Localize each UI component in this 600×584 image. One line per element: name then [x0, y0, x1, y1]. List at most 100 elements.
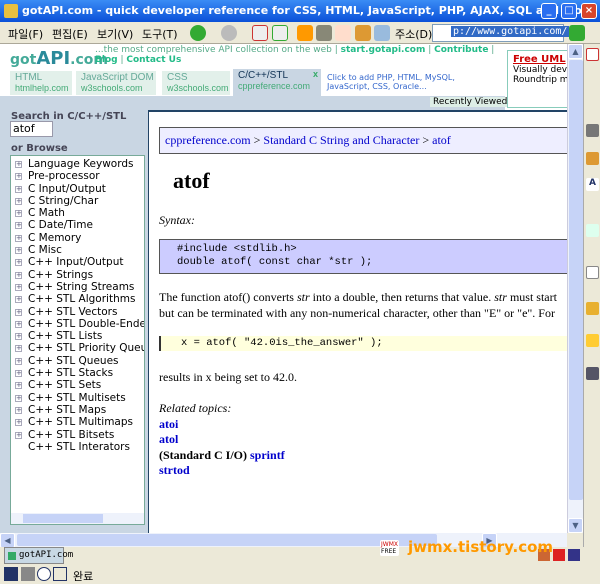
tree-item[interactable]: + C++ STL Multisets [11, 392, 144, 404]
tree-item[interactable]: C++ STL Interators [11, 441, 144, 453]
tree-item[interactable]: + C++ STL Algorithms [11, 293, 144, 305]
stop-icon[interactable] [252, 25, 268, 41]
tree-item[interactable]: + C Memory [11, 232, 144, 244]
favorites-icon[interactable] [355, 25, 371, 41]
expand-icon[interactable]: + [15, 271, 22, 279]
scroll-down-button[interactable]: ▼ [568, 518, 583, 533]
tree-item[interactable]: + C++ STL Queues [11, 355, 144, 367]
link-blog[interactable]: Blog [95, 55, 118, 65]
crumb-string-char[interactable]: Standard C String and Character [263, 133, 419, 147]
tab-close-icon[interactable]: x [313, 69, 318, 79]
link-start[interactable]: start.gotapi.com [341, 45, 426, 55]
checkbox-icon[interactable] [586, 266, 599, 279]
expand-icon[interactable]: + [15, 296, 22, 304]
scroll-thumb[interactable] [569, 60, 583, 500]
scroll-left-button[interactable]: ◀ [0, 533, 15, 548]
expand-icon[interactable]: + [15, 259, 22, 267]
tree-item[interactable]: + C++ STL Sets [11, 379, 144, 391]
link-contribute[interactable]: Contribute [434, 45, 488, 55]
security-icon[interactable] [4, 567, 18, 581]
expand-icon[interactable]: + [15, 382, 22, 390]
star-icon[interactable] [586, 334, 599, 347]
window-icon[interactable] [53, 567, 67, 581]
home-icon[interactable] [297, 25, 313, 41]
gear-icon[interactable] [586, 152, 599, 165]
lightning-icon[interactable] [586, 302, 599, 315]
tree-item[interactable]: + C++ Input/Output [11, 256, 144, 268]
expand-icon[interactable]: + [15, 431, 22, 439]
sound-icon[interactable] [21, 567, 35, 581]
tile-icon[interactable] [374, 25, 390, 41]
close-button[interactable]: × [581, 3, 597, 19]
tree-item[interactable]: + C++ STL Double-Ended Queues [11, 318, 144, 330]
link-sprintf[interactable]: sprintf [250, 448, 285, 462]
expand-icon[interactable]: + [15, 308, 22, 316]
tool-icon-2[interactable] [553, 549, 565, 561]
tab-css[interactable]: CSS w3schools.com [162, 71, 230, 95]
expand-icon[interactable]: + [15, 210, 22, 218]
tree-item[interactable]: + Language Keywords [11, 158, 144, 170]
menu-file[interactable]: 파일(F) [8, 26, 43, 42]
tool-icon-3[interactable] [568, 549, 580, 561]
expand-icon[interactable]: + [15, 173, 22, 181]
footprint-icon[interactable] [586, 367, 599, 380]
tree-item[interactable]: + C++ STL Maps [11, 404, 144, 416]
menu-view[interactable]: 보기(V) [97, 26, 133, 42]
recently-viewed-button[interactable]: Recently Viewed [430, 97, 511, 107]
expand-icon[interactable]: + [15, 357, 22, 365]
expand-icon[interactable]: + [15, 283, 22, 291]
add-tab-link[interactable]: Click to add PHP, HTML, MySQL, JavaScrip… [327, 73, 487, 91]
tab-javascript-dom[interactable]: JavaScript DOM w3schools.com [76, 71, 156, 95]
expand-icon[interactable]: + [15, 234, 22, 242]
tree-item[interactable]: + C++ STL Multimaps [11, 416, 144, 428]
link-strtod[interactable]: strtod [159, 463, 190, 477]
menu-tools[interactable]: 도구(T) [142, 26, 178, 42]
link-contact[interactable]: Contact Us [126, 55, 181, 65]
tree-horizontal-scrollbar[interactable] [11, 513, 144, 524]
up-icon[interactable] [586, 224, 599, 237]
back-icon[interactable] [190, 25, 206, 41]
tab-html[interactable]: HTML htmlhelp.com [10, 71, 72, 95]
crumb-atof[interactable]: atof [432, 133, 451, 147]
vertical-scrollbar[interactable]: ▲ ▼ [567, 44, 583, 533]
forward-icon[interactable] [221, 25, 237, 41]
doc-tab[interactable]: gotAPI.com [4, 547, 73, 564]
tree-item[interactable]: + C Date/Time [11, 219, 144, 231]
compass-icon[interactable] [37, 567, 51, 581]
expand-icon[interactable]: + [15, 222, 22, 230]
globe-icon[interactable] [586, 124, 599, 137]
expand-icon[interactable]: + [15, 247, 22, 255]
expand-icon[interactable]: + [15, 333, 22, 341]
tree-item[interactable]: + C++ String Streams [11, 281, 144, 293]
expand-icon[interactable]: + [15, 185, 22, 193]
maximize-button[interactable]: □ [561, 3, 577, 19]
tree-item[interactable]: + C++ Strings [11, 269, 144, 281]
history-icon[interactable] [316, 25, 332, 41]
crumb-cppreference[interactable]: cppreference.com [165, 133, 251, 147]
tree-item[interactable]: + C Math [11, 207, 144, 219]
hscroll-thumb[interactable] [17, 534, 437, 546]
tree-item[interactable]: + Pre-processor [11, 170, 144, 182]
tree-item[interactable]: + C Misc [11, 244, 144, 256]
tree-item[interactable]: + C++ STL Lists [11, 330, 144, 342]
menu-edit[interactable]: 편집(E) [52, 26, 88, 42]
expand-icon[interactable]: + [15, 197, 22, 205]
expand-icon[interactable]: + [15, 345, 22, 353]
site-logo[interactable]: gotAPI.com [10, 48, 108, 69]
go-icon[interactable] [569, 25, 585, 41]
link-atol[interactable]: atol [159, 432, 178, 446]
link-atoi[interactable]: atoi [159, 417, 178, 431]
expand-icon[interactable]: + [15, 320, 22, 328]
expand-icon[interactable]: + [15, 406, 22, 414]
rss-icon[interactable] [335, 25, 351, 41]
ad-box[interactable]: Free UML Visually dev Roundtrip m [507, 50, 567, 108]
tree-item[interactable]: + C Input/Output [11, 183, 144, 195]
font-icon[interactable]: A [586, 178, 599, 191]
address-input[interactable]: p://www.gotapi.com/ [432, 24, 570, 42]
tree-item[interactable]: + C++ STL Bitsets [11, 429, 144, 441]
scroll-up-button[interactable]: ▲ [568, 44, 583, 59]
tree-item[interactable]: + C String/Char [11, 195, 144, 207]
search-input[interactable]: atof [10, 121, 53, 137]
expand-icon[interactable]: + [15, 370, 22, 378]
jwmx-icon[interactable] [586, 48, 599, 61]
